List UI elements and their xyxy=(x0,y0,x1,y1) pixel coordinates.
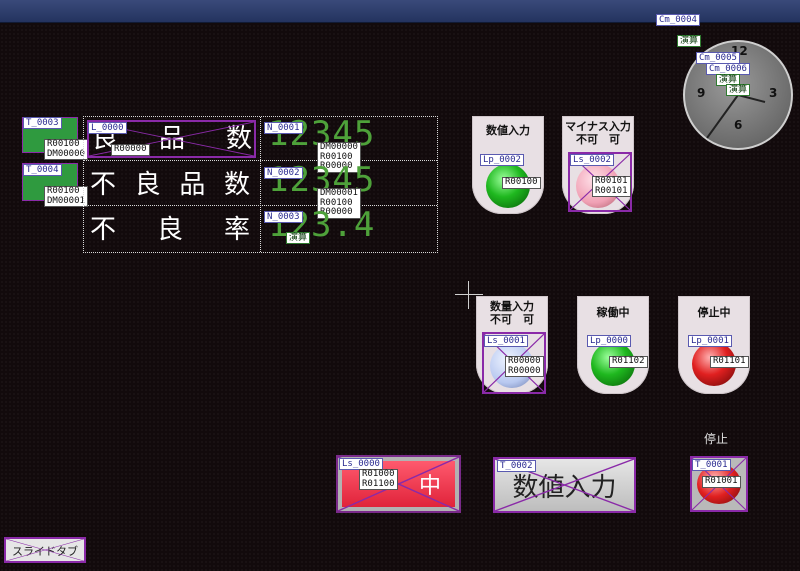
numeric-display-tag[interactable]: N_0001 xyxy=(264,122,303,134)
lamp-title: 停止中 xyxy=(697,306,731,319)
label-char: 品 xyxy=(179,170,206,200)
lamp-tag[interactable]: Lp_0000 xyxy=(587,335,631,347)
address-box: R00101 R00101 xyxy=(592,176,631,197)
address-box: R01102 xyxy=(609,356,648,368)
lamp-tag[interactable]: Ls_0001 xyxy=(484,335,528,347)
button-tag[interactable]: T_0001 xyxy=(692,459,731,471)
disabled-cross-icon xyxy=(6,539,84,561)
address-box: R01001 xyxy=(702,476,741,488)
address-box: R00000 xyxy=(111,144,150,156)
lamp-title-line: 数量入力 xyxy=(490,300,534,313)
clock-tag-0004[interactable]: Cm_0004 xyxy=(656,14,700,26)
switch-tag[interactable]: T_0003 xyxy=(23,117,62,129)
numeric-display-tag[interactable]: N_0003 xyxy=(264,211,303,223)
label-char: 良 xyxy=(134,170,161,200)
lamp-title-line: 不可 可 xyxy=(576,133,620,146)
label-char: 良 xyxy=(156,215,183,245)
button-tag[interactable]: T_0002 xyxy=(497,460,536,472)
clock-calc-label[interactable]: 演算 xyxy=(726,84,751,96)
stop-caption: 停止 xyxy=(704,432,729,446)
label-char: 率 xyxy=(223,215,250,245)
calc-label[interactable]: 演算 xyxy=(286,232,311,244)
address-line: R01100 xyxy=(362,478,395,489)
lamp-title: 数量入力 不可 可 xyxy=(476,300,548,326)
label-tag[interactable]: L_0000 xyxy=(88,122,127,134)
label-char: 不 xyxy=(90,170,117,200)
switch-tag[interactable]: T_0004 xyxy=(23,164,62,176)
lamp-tag[interactable]: Lp_0001 xyxy=(688,335,732,347)
address-box: R00100 DM00001 xyxy=(44,186,88,207)
lamp-title-line: 不可 可 xyxy=(490,313,534,326)
lamp-title: マイナス入力 不可 可 xyxy=(562,120,634,146)
lamp-title-line: マイナス入力 xyxy=(565,120,631,133)
numeric-display-tag[interactable]: N_0002 xyxy=(264,167,303,179)
defect-rate-label: 不 良 率 xyxy=(90,209,250,246)
address-line: R00101 xyxy=(595,185,628,196)
lamp-title: 数値入力 xyxy=(486,124,530,137)
address-box: R01101 xyxy=(710,356,749,368)
column-divider xyxy=(260,117,261,252)
slide-tab-button[interactable]: スライドタブ xyxy=(4,537,86,563)
address-line: R00000 xyxy=(508,365,541,376)
lamp-tag[interactable]: Ls_0002 xyxy=(570,154,614,166)
lamp-tag[interactable]: Lp_0002 xyxy=(480,154,524,166)
address-line: DM00001 xyxy=(47,195,85,206)
address-box: R00100 DM00000 xyxy=(44,139,88,160)
address-line: DM00000 xyxy=(47,148,85,159)
label-char: 不 xyxy=(90,215,117,245)
address-box: R01000 R01100 xyxy=(359,469,398,490)
address-box: R00000 R00000 xyxy=(505,356,544,377)
defect-count-label: 不 良 品 数 xyxy=(90,164,250,201)
label-char: 数 xyxy=(223,170,250,200)
lamp-title: 稼働中 xyxy=(596,306,630,319)
address-box: R00100 xyxy=(502,177,541,189)
